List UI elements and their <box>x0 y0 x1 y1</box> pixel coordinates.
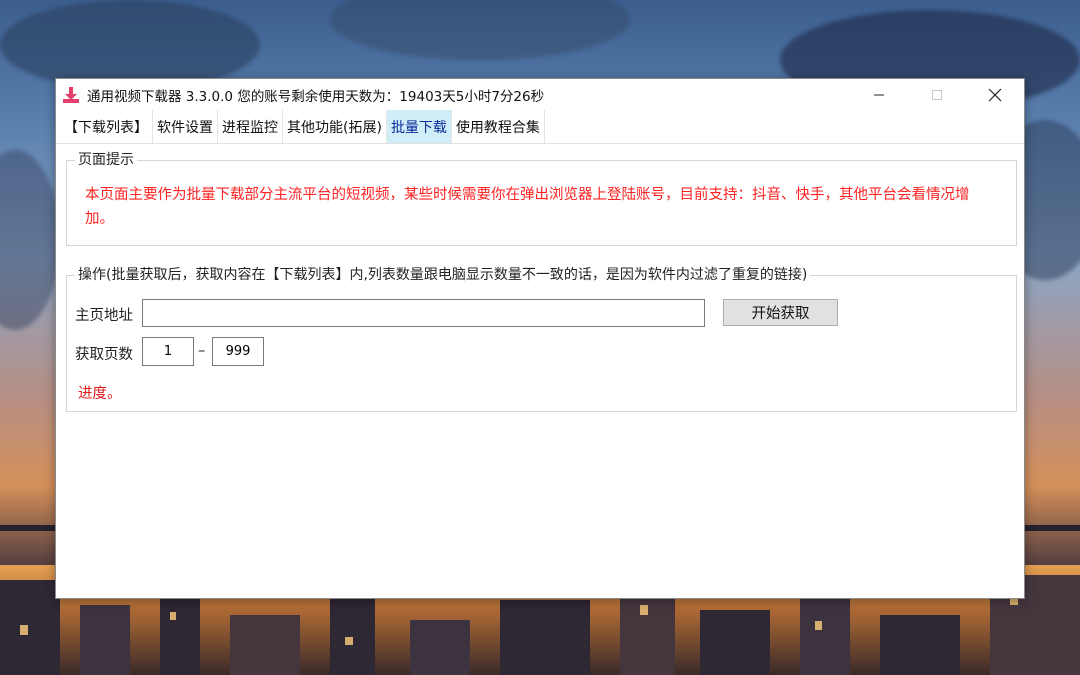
tab-process-monitor[interactable]: 进程监控 <box>218 110 283 143</box>
tab-label: 批量下载 <box>390 119 447 136</box>
download-icon <box>61 85 81 105</box>
page-to-input[interactable] <box>212 337 264 366</box>
title-bar[interactable]: 通用视频下载器 3.3.0.0 您的账号剩余使用天数为：19403天5小时7分2… <box>56 79 1024 110</box>
progress-text: 进度。 <box>78 386 122 402</box>
window-title: 通用视频下载器 3.3.0.0 您的账号剩余使用天数为：19403天5小时7分2… <box>87 88 545 105</box>
page-range-separator: – <box>198 343 206 359</box>
tab-label: 其他功能(拓展) <box>287 119 382 136</box>
homepage-label: 主页地址 <box>75 308 133 324</box>
tab-label: 使用教程合集 <box>455 119 540 136</box>
tab-bar: 【下载列表】 软件设置 进程监控 其他功能(拓展) 批量下载 使用教程合集 <box>56 110 1024 144</box>
page-from-input[interactable] <box>142 337 194 366</box>
tab-other-features[interactable]: 其他功能(拓展) <box>283 110 387 143</box>
operation-groupbox: 操作(批量获取后，获取内容在【下载列表】内,列表数量跟电脑显示数量不一致的话，是… <box>66 267 1017 412</box>
hint-groupbox: 页面提示 本页面主要作为批量下载部分主流平台的短视频，某些时候需要你在弹出浏览器… <box>66 152 1017 246</box>
tab-label: 进程监控 <box>222 119 278 136</box>
pages-label: 获取页数 <box>75 347 133 363</box>
minimize-button[interactable] <box>850 79 908 110</box>
close-button[interactable] <box>966 79 1024 110</box>
operation-group-legend: 操作(批量获取后，获取内容在【下载列表】内,列表数量跟电脑显示数量不一致的话，是… <box>75 267 811 283</box>
homepage-url-input[interactable] <box>142 299 705 327</box>
tab-download-list[interactable]: 【下载列表】 <box>60 110 153 143</box>
app-window: 通用视频下载器 3.3.0.0 您的账号剩余使用天数为：19403天5小时7分2… <box>55 78 1025 599</box>
maximize-button <box>908 79 966 110</box>
tab-tutorials[interactable]: 使用教程合集 <box>451 110 545 143</box>
start-fetch-button[interactable]: 开始获取 <box>723 299 838 326</box>
tab-label: 软件设置 <box>157 119 213 136</box>
hint-group-legend: 页面提示 <box>75 152 137 168</box>
tab-batch-download[interactable]: 批量下载 <box>386 110 452 143</box>
tab-software-settings[interactable]: 软件设置 <box>153 110 218 143</box>
tab-label: 【下载列表】 <box>64 119 148 136</box>
hint-text: 本页面主要作为批量下载部分主流平台的短视频，某些时候需要你在弹出浏览器上登陆账号… <box>85 187 970 227</box>
